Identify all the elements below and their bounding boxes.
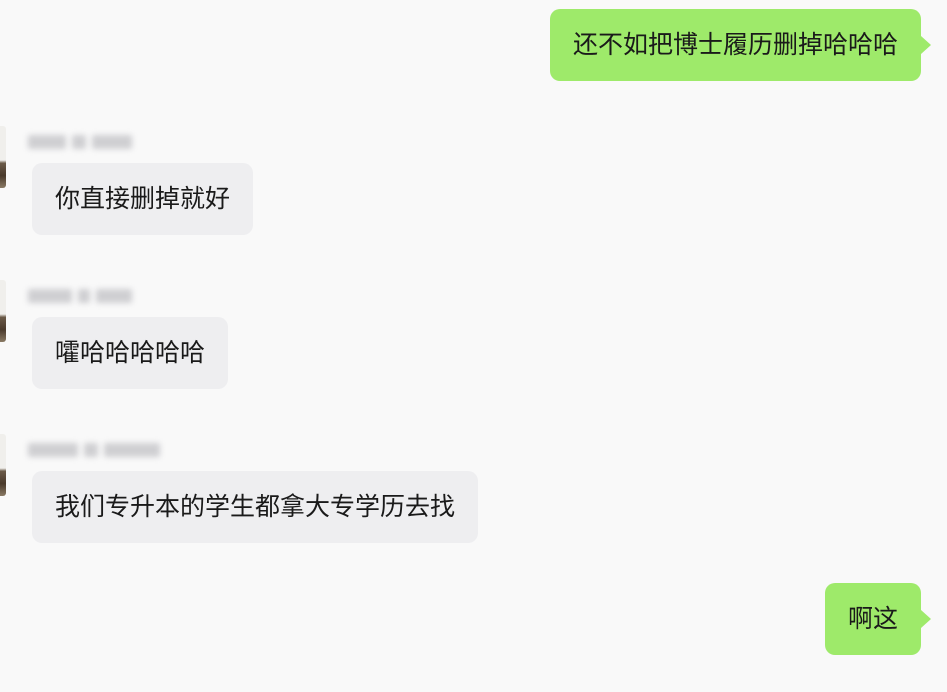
message-text: 还不如把博士履历删掉哈哈哈: [572, 30, 898, 59]
sender-name: [28, 282, 132, 310]
avatar[interactable]: [0, 434, 6, 496]
message-text: 你直接删掉就好: [55, 184, 231, 213]
sender-name: [28, 436, 160, 464]
chat-window: 还不如把博士履历删掉哈哈哈 你直接删掉就好 嚯哈哈哈哈哈 我们专升本的学生都拿大…: [0, 0, 947, 692]
message-text: 啊这: [847, 604, 898, 633]
message-bubble-received[interactable]: 嚯哈哈哈哈哈: [32, 317, 229, 389]
message-text: 嚯哈哈哈哈哈: [55, 338, 206, 367]
avatar[interactable]: [0, 126, 6, 188]
sender-name: [28, 128, 132, 156]
message-text: 我们专升本的学生都拿大专学历去找: [55, 492, 456, 521]
message-bubble-received[interactable]: 我们专升本的学生都拿大专学历去找: [32, 471, 479, 543]
message-bubble-sent[interactable]: 还不如把博士履历删掉哈哈哈: [549, 9, 921, 81]
bubble-tail: [921, 610, 931, 628]
bubble-tail: [921, 36, 931, 54]
message-bubble-received[interactable]: 你直接删掉就好: [32, 163, 254, 235]
message-bubble-sent[interactable]: 啊这: [824, 583, 921, 655]
avatar[interactable]: [0, 280, 6, 342]
